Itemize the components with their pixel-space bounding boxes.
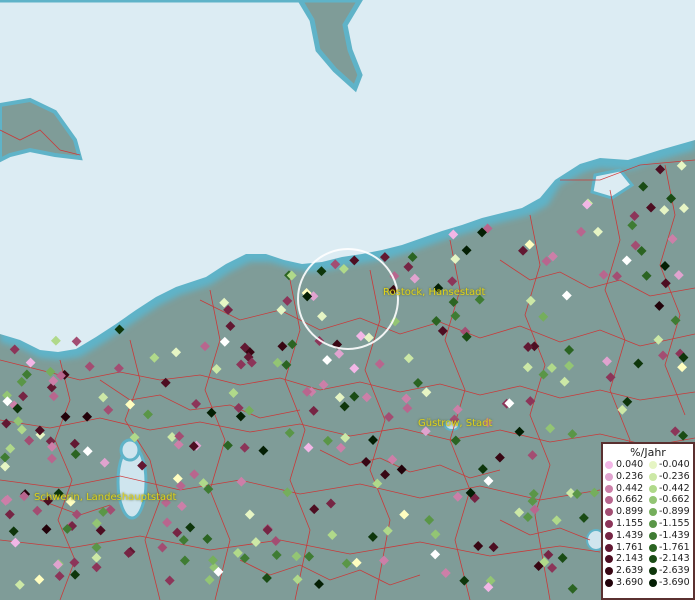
legend-row: 0.899 -0.899 [603,506,693,518]
legend-swatch-positive [605,461,613,469]
legend-swatch-negative [649,496,657,505]
legend-rows: 0.040 -0.040 0.236 -0.236 0.442 -0.442 0.662 -0… [603,459,693,589]
legend-swatch-positive [605,555,613,564]
legend-swatch-negative [649,531,657,540]
legend-swatch-positive [605,496,613,505]
city-label-schwerin[interactable]: Schwerin, Landeshauptstadt [34,492,176,503]
legend-row: 0.236 -0.236 [603,471,693,483]
legend-swatch-positive [605,531,613,540]
legend-swatch-negative [649,484,657,493]
legend-row: 1.439 -1.439 [603,530,693,542]
legend-value-negative: -0.442 [659,482,690,494]
legend-value-negative: -0.899 [659,506,690,518]
legend-swatch-negative [649,461,657,469]
legend-row: 3.690 -3.690 [603,577,693,589]
legend-swatch-positive [605,484,613,493]
city-label-rostock[interactable]: Rostock, Hansestadt [383,287,485,298]
legend-value-positive: 0.662 [616,494,644,506]
legend-value-positive: 2.143 [616,553,644,565]
legend-swatch-positive [605,543,613,552]
legend-value-positive: 0.442 [616,482,644,494]
legend-value-positive: 0.236 [616,470,644,482]
legend-value-negative: -2.639 [659,565,690,577]
legend-value-positive: 3.690 [616,576,644,588]
legend-value-positive: 2.639 [616,565,644,577]
legend-swatch-positive [605,519,613,528]
legend-swatch-negative [649,543,657,552]
legend-value-negative: -3.690 [659,576,690,588]
lake-small [119,438,141,462]
legend-value-positive: 0.899 [616,506,644,518]
legend-value-negative: -0.040 [659,459,690,470]
legend-row: 0.662 -0.662 [603,494,693,506]
legend-value-positive: 1.155 [616,517,644,529]
legend-value-negative: -0.662 [659,494,690,506]
legend-row: 0.040 -0.040 [603,459,693,471]
legend-row: 1.761 -1.761 [603,542,693,554]
legend-row: 1.155 -1.155 [603,518,693,530]
legend-value-negative: -0.236 [659,470,690,482]
legend: %/Jahr 0.040 -0.040 0.236 -0.236 0.442 -0.442… [601,442,695,600]
legend-value-positive: 1.761 [616,541,644,553]
map-canvas[interactable] [0,0,695,600]
legend-swatch-negative [649,508,657,517]
legend-value-negative: -1.761 [659,541,690,553]
city-label-guestrow[interactable]: Güstrow, Stadt [418,418,492,429]
legend-row: 0.442 -0.442 [603,483,693,495]
legend-value-negative: -1.439 [659,529,690,541]
legend-value-positive: 1.439 [616,529,644,541]
legend-swatch-positive [605,578,613,587]
legend-value-negative: -1.155 [659,517,690,529]
legend-row: 2.639 -2.639 [603,565,693,577]
legend-swatch-negative [649,578,657,587]
legend-swatch-negative [649,555,657,564]
legend-title: %/Jahr [630,446,666,459]
legend-value-negative: -2.143 [659,553,690,565]
legend-swatch-positive [605,567,613,576]
legend-swatch-negative [649,567,657,576]
legend-row: 2.143 -2.143 [603,553,693,565]
legend-swatch-positive [605,472,613,481]
legend-swatch-negative [649,472,657,481]
legend-value-positive: 0.040 [616,459,644,470]
legend-swatch-positive [605,508,613,517]
legend-swatch-negative [649,519,657,528]
